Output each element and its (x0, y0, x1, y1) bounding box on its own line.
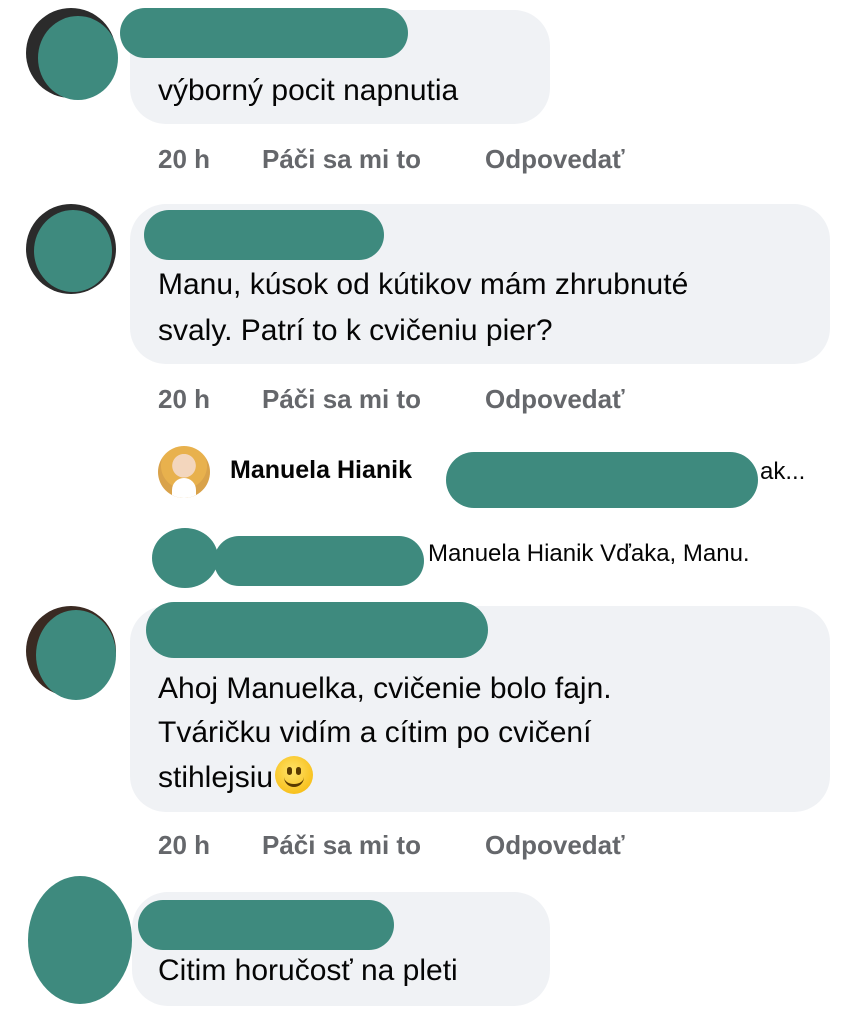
comment-text-line: stihlejsiu (158, 756, 314, 799)
like-button[interactable]: Páči sa mi to (262, 830, 421, 861)
comment-time: 20 h (158, 384, 211, 414)
comment-text: výborný pocit napnutia (158, 74, 459, 107)
redaction-mark (138, 900, 394, 950)
redaction-mark (214, 536, 424, 586)
redaction-mark (146, 602, 488, 658)
reply-button[interactable]: Odpovedať (485, 384, 625, 415)
like-button[interactable]: Páči sa mi to (262, 384, 421, 415)
comment-text: stihlejsiu (158, 761, 274, 794)
like-button[interactable]: Páči sa mi to (262, 144, 421, 175)
comment-time: 20 h (158, 144, 211, 174)
redaction-mark (34, 210, 112, 292)
comment-text: Tváričku vidím a cítim po cvičení (158, 716, 592, 749)
redaction-mark (152, 528, 218, 588)
reply-author[interactable]: Manuela Hianik (230, 456, 412, 485)
comment-text: Citim horučosť na pleti (158, 954, 458, 987)
redaction-mark (144, 210, 384, 260)
redaction-mark (446, 452, 758, 508)
redaction-mark (120, 8, 408, 58)
redaction-mark (36, 610, 116, 700)
reply-preview[interactable]: Manuela Hianik Vďaka, Manu. (428, 540, 750, 568)
author-avatar[interactable] (158, 446, 210, 498)
slightly-smiling-face-icon (275, 756, 314, 794)
comment-time: 20 h (158, 830, 211, 860)
reply-preview[interactable]: ak... (760, 458, 805, 486)
comment-text: svaly. Patrí to k cvičeniu pier? (158, 314, 553, 347)
reply-button[interactable]: Odpovedať (485, 830, 625, 861)
comment-text: Manu, kúsok od kútikov mám zhrubnuté (158, 268, 689, 301)
reply-button[interactable]: Odpovedať (485, 144, 625, 175)
comment-text: Ahoj Manuelka, cvičenie bolo fajn. (158, 672, 612, 705)
redaction-mark (28, 876, 132, 1004)
redaction-mark (38, 16, 118, 100)
